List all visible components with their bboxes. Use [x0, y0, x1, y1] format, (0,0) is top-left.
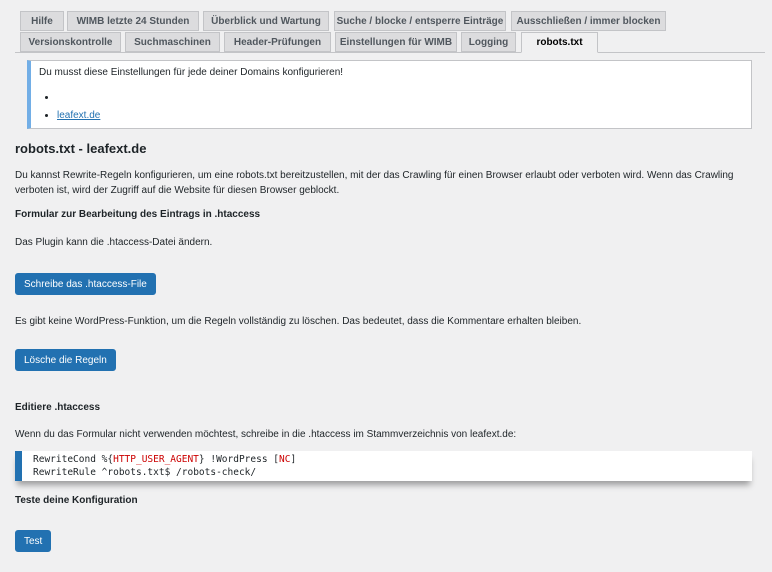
code-token: RewriteRule [33, 467, 102, 478]
code-token: robots.txt$ [107, 467, 177, 478]
code-line-2: RewriteRule ^robots.txt$ /robots-check/ [33, 466, 741, 479]
tab-einstellungen[interactable]: Einstellungen für WIMB [335, 32, 457, 52]
code-line-1: RewriteCond %{HTTP_USER_AGENT} !WordPres… [33, 453, 741, 466]
notice-box: Du musst diese Einstellungen für jede de… [27, 60, 752, 129]
tab-hilfe[interactable]: Hilfe [20, 11, 64, 31]
tab-robots-txt[interactable]: robots.txt [521, 32, 598, 53]
intro-text: Du kannst Rewrite-Regeln konfigurieren, … [15, 170, 734, 196]
edit-heading: Editiere .htaccess [15, 402, 101, 413]
tab-suchmaschinen[interactable]: Suchmaschinen [125, 32, 220, 52]
code-token: HTTP_USER_AGENT [113, 454, 199, 465]
code-token: NC [279, 454, 291, 465]
page-title: robots.txt - leafext.de [15, 141, 147, 156]
code-token: ] [290, 454, 297, 465]
edit-text: Wenn du das Formular nicht verwenden möc… [15, 429, 517, 440]
write-htaccess-button[interactable]: Schreibe das .htaccess-File [15, 273, 156, 295]
code-token: RewriteCond [33, 454, 102, 465]
tab-ueberblick[interactable]: Überblick und Wartung [203, 11, 329, 31]
tab-versionskontrolle[interactable]: Versionskontrolle [20, 32, 121, 52]
tab-wimb-24h[interactable]: WIMB letzte 24 Stunden [67, 11, 199, 31]
code-token: !WordPress [204, 454, 274, 465]
code-token: / [250, 467, 257, 478]
tab-header-pruefungen[interactable]: Header-Prüfungen [224, 32, 331, 52]
test-button[interactable]: Test [15, 530, 52, 552]
htaccess-code-block: RewriteCond %{HTTP_USER_AGENT} !WordPres… [15, 451, 752, 481]
tab-ausschliessen[interactable]: Ausschließen / immer blocken [511, 11, 666, 31]
tab-bar: Hilfe WIMB letzte 24 Stunden Überblick u… [15, 11, 765, 53]
tab-logging[interactable]: Logging [461, 32, 516, 52]
delete-info-text: Es gibt keine WordPress-Funktion, um die… [15, 316, 582, 327]
tab-suche[interactable]: Suche / blocke / entsperre Einträge [334, 11, 506, 31]
test-heading: Teste deine Konfiguration [15, 495, 138, 506]
code-token: robots-check [181, 467, 251, 478]
form-heading: Formular zur Bearbeitung des Eintrags in… [15, 209, 261, 220]
domain-link-leafext[interactable]: leafext.de [57, 110, 100, 121]
domain-link-empty[interactable] [57, 91, 111, 100]
code-token: %{ [101, 454, 114, 465]
notice-text: Du musst diese Einstellungen für jede de… [39, 67, 344, 78]
delete-rules-button[interactable]: Lösche die Regeln [15, 349, 116, 371]
plugin-text: Das Plugin kann die .htaccess-Datei ände… [15, 237, 213, 248]
